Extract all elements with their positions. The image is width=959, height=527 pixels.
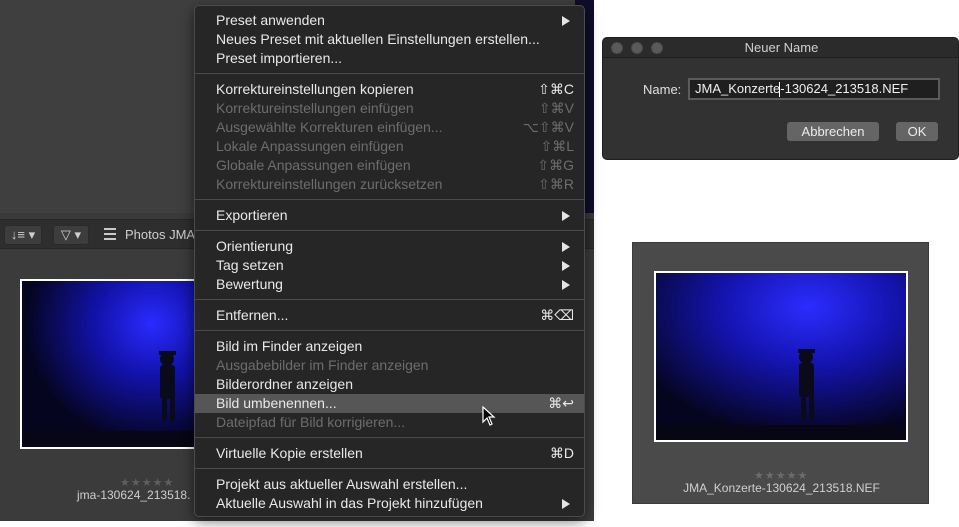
menu-item-label: Bild umbenennen... xyxy=(216,395,337,411)
sort-button[interactable]: ↓≡ ▾ xyxy=(4,225,42,245)
menu-item-shortcut: ⇧⌘G xyxy=(537,157,574,173)
menu-item-shortcut: ⌘⌫ xyxy=(540,307,574,323)
menu-item-aktuelle-auswahl-in-das-projekt-hinzufügen[interactable]: Aktuelle Auswahl in das Projekt hinzufüg… xyxy=(195,494,584,513)
menu-item-label: Preset importieren... xyxy=(216,50,343,66)
submenu-arrow-icon xyxy=(562,261,570,271)
submenu-arrow-icon xyxy=(562,499,570,509)
menu-item-label: Exportieren xyxy=(216,207,288,223)
menu-item-label: Virtuelle Kopie erstellen xyxy=(216,445,363,461)
dialog-title: Neuer Name xyxy=(744,40,819,55)
thumbnail-filename: jma-130624_213518. xyxy=(77,488,191,502)
menu-item-label: Projekt aus aktueller Auswahl erstellen.… xyxy=(216,476,468,492)
menu-item-preset-anwenden[interactable]: Preset anwenden xyxy=(195,11,584,30)
menu-item-label: Entfernen... xyxy=(216,307,289,323)
menu-item-label: Korrektureinstellungen zurücksetzen xyxy=(216,176,443,192)
rename-dialog: Neuer Name Name: JMA_Konzerte-130624_213… xyxy=(602,37,959,160)
menu-item-bild-im-finder-anzeigen[interactable]: Bild im Finder anzeigen xyxy=(195,337,584,356)
thumbnail-image[interactable] xyxy=(20,279,200,449)
menu-item-label: Neues Preset mit aktuellen Einstellungen… xyxy=(216,31,540,47)
sort-icon: ↓≡ ▾ xyxy=(10,227,36,242)
submenu-arrow-icon xyxy=(562,211,570,221)
menu-item-tag-setzen[interactable]: Tag setzen xyxy=(195,256,584,275)
menu-item-ausgewählte-korrekturen-einfügen: Ausgewählte Korrekturen einfügen... ⌥⇧⌘V xyxy=(195,118,584,137)
menu-item-label: Bewertung xyxy=(216,276,283,292)
menu-separator xyxy=(195,199,584,200)
menu-item-label: Dateipfad für Bild korrigieren... xyxy=(216,414,406,430)
menu-item-shortcut: ⇧⌘V xyxy=(538,100,574,116)
menu-item-label: Aktuelle Auswahl in das Projekt hinzufüg… xyxy=(216,495,483,511)
name-input-value: JMA_Konzerte-130624_213518.NEF xyxy=(695,81,909,96)
menu-item-shortcut: ⌥⇧⌘V xyxy=(522,119,574,135)
menu-separator xyxy=(195,73,584,74)
menu-item-label: Korrektureinstellungen einfügen xyxy=(216,100,414,116)
concert-photo xyxy=(22,281,198,447)
preview-filename: JMA_Konzerte-130624_213518.NEF xyxy=(683,481,880,495)
menu-item-korrektureinstellungen-zurücksetzen: Korrektureinstellungen zurücksetzen ⇧⌘R xyxy=(195,175,584,194)
menu-item-label: Korrektureinstellungen kopieren xyxy=(216,81,414,97)
preview-panel: ★★★★★ JMA_Konzerte-130624_213518.NEF xyxy=(632,242,929,504)
preview-image[interactable] xyxy=(654,271,908,442)
menu-item-shortcut: ⇧⌘R xyxy=(538,176,574,192)
menu-item-korrektureinstellungen-kopieren[interactable]: Korrektureinstellungen kopieren ⇧⌘C xyxy=(195,80,584,99)
cancel-button[interactable]: Abbrechen xyxy=(787,122,879,141)
menu-item-bilderordner-anzeigen[interactable]: Bilderordner anzeigen xyxy=(195,375,584,394)
menu-item-shortcut: ⇧⌘C xyxy=(538,81,574,97)
menu-item-lokale-anpassungen-einfügen: Lokale Anpassungen einfügen ⇧⌘L xyxy=(195,137,584,156)
menu-item-label: Bilderordner anzeigen xyxy=(216,376,353,392)
menu-item-exportieren[interactable]: Exportieren xyxy=(195,206,584,225)
menu-separator xyxy=(195,299,584,300)
menu-item-bewertung[interactable]: Bewertung xyxy=(195,275,584,294)
mouse-cursor-icon xyxy=(482,406,496,426)
submenu-arrow-icon xyxy=(562,16,570,26)
filter-button[interactable]: ▽ ▾ xyxy=(53,225,89,245)
menu-item-orientierung[interactable]: Orientierung xyxy=(195,237,584,256)
menu-item-projekt-aus-aktueller-auswahl-erstellen[interactable]: Projekt aus aktueller Auswahl erstellen.… xyxy=(195,475,584,494)
grid-view-icon[interactable] xyxy=(104,228,116,240)
project-name: Photos JMA xyxy=(125,227,196,242)
menu-item-bild-umbenennen[interactable]: Bild umbenennen... ⌘↩ xyxy=(195,394,584,413)
menu-item-virtuelle-kopie-erstellen[interactable]: Virtuelle Kopie erstellen ⌘D xyxy=(195,444,584,463)
menu-item-label: Orientierung xyxy=(216,238,294,254)
menu-item-shortcut: ⌘↩ xyxy=(548,395,574,411)
dialog-titlebar: Neuer Name xyxy=(603,38,958,58)
menu-item-preset-importieren[interactable]: Preset importieren... xyxy=(195,49,584,68)
context-menu: Preset anwenden Neues Preset mit aktuelle… xyxy=(194,5,585,517)
menu-item-label: Globale Anpassungen einfügen xyxy=(216,157,411,173)
menu-separator xyxy=(195,437,584,438)
menu-item-entfernen[interactable]: Entfernen... ⌘⌫ xyxy=(195,306,584,325)
menu-item-ausgabebilder-im-finder-anzeigen: Ausgabebilder im Finder anzeigen xyxy=(195,356,584,375)
menu-separator xyxy=(195,230,584,231)
name-label: Name: xyxy=(643,82,682,97)
menu-item-label: Tag setzen xyxy=(216,257,284,273)
menu-item-label: Ausgewählte Korrekturen einfügen... xyxy=(216,119,443,135)
menu-item-korrektureinstellungen-einfügen: Korrektureinstellungen einfügen ⇧⌘V xyxy=(195,99,584,118)
concert-photo-preview xyxy=(656,273,906,440)
menu-item-shortcut: ⇧⌘L xyxy=(540,138,574,154)
menu-separator xyxy=(195,330,584,331)
menu-item-label: Preset anwenden xyxy=(216,12,325,28)
menu-item-label: Bild im Finder anzeigen xyxy=(216,338,363,354)
menu-item-label: Lokale Anpassungen einfügen xyxy=(216,138,404,154)
filter-icon: ▽ ▾ xyxy=(60,227,82,242)
menu-item-label: Ausgabebilder im Finder anzeigen xyxy=(216,357,429,373)
menu-item-globale-anpassungen-einfügen: Globale Anpassungen einfügen ⇧⌘G xyxy=(195,156,584,175)
menu-separator xyxy=(195,468,584,469)
menu-item-dateipfad-für-bild-korrigieren: Dateipfad für Bild korrigieren... xyxy=(195,413,584,432)
ok-button[interactable]: OK xyxy=(896,122,938,141)
submenu-arrow-icon xyxy=(562,280,570,290)
name-input[interactable]: JMA_Konzerte-130624_213518.NEF xyxy=(688,78,940,100)
submenu-arrow-icon xyxy=(562,242,570,252)
menu-item-shortcut: ⌘D xyxy=(549,445,574,461)
menu-item-neues-preset-mit-aktuellen-einstellungen-erstellen[interactable]: Neues Preset mit aktuellen Einstellungen… xyxy=(195,30,584,49)
text-caret xyxy=(779,82,780,97)
